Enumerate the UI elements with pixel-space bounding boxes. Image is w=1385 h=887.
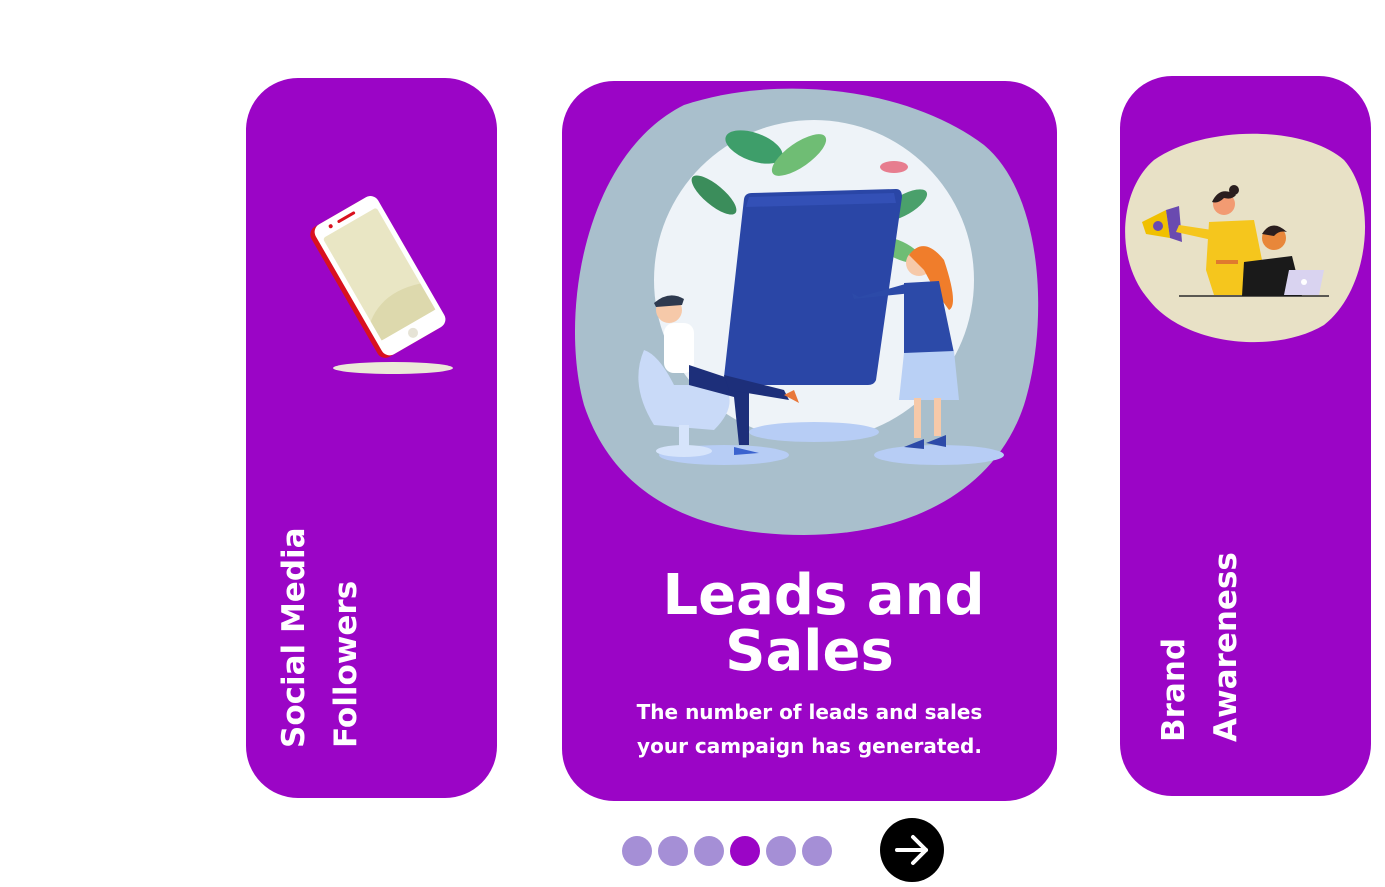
megaphone-team-illustration [1125, 133, 1366, 343]
card-title: Brand Awareness [1148, 552, 1252, 742]
card-title-line-2: Sales [725, 619, 894, 684]
card-title-line-2: Awareness [1208, 552, 1244, 742]
card-description-line-2: your campaign has generated. [637, 734, 982, 758]
card-description: The number of leads and sales your campa… [602, 695, 1017, 763]
pagination-dot-6[interactable] [802, 836, 832, 866]
card-title-line-1: Social Media [276, 527, 312, 748]
pagination-dot-4[interactable] [730, 836, 760, 866]
card-social-media[interactable]: Social Media Followers [246, 78, 497, 798]
dashboard-meeting-illustration [574, 88, 1039, 535]
smartphone-illustration [310, 196, 453, 374]
arrow-right-icon [895, 835, 928, 865]
card-brand-awareness[interactable]: Brand Awareness [1120, 76, 1371, 796]
card-title-line-1: Brand [1156, 637, 1192, 742]
card-title-line-1: Leads and [662, 563, 985, 628]
carousel: Social Media Followers Leads and Sales T… [0, 0, 1385, 887]
card-title-line-2: Followers [328, 580, 364, 748]
card-leads-sales[interactable]: Leads and Sales The number of leads and … [562, 81, 1057, 801]
pagination-dot-5[interactable] [766, 836, 796, 866]
pagination-dot-2[interactable] [658, 836, 688, 866]
next-button[interactable] [880, 818, 944, 882]
pagination-dot-1[interactable] [622, 836, 652, 866]
card-title: Social Media Followers [268, 527, 372, 748]
pagination-dot-3[interactable] [694, 836, 724, 866]
card-description-line-1: The number of leads and sales [636, 700, 983, 724]
card-title: Leads and Sales [562, 568, 1057, 680]
